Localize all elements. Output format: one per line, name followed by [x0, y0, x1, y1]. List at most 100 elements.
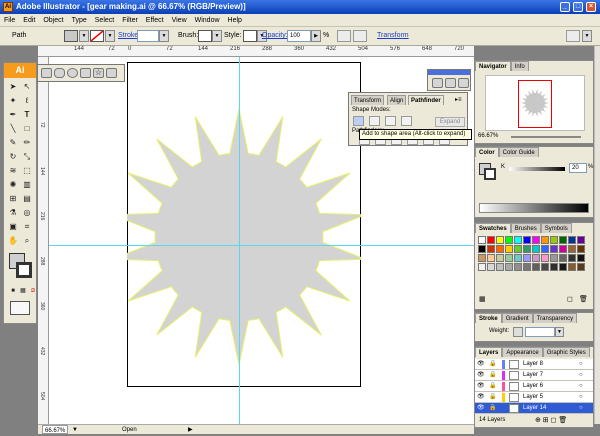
- layer-row[interactable]: 👁 🔒 Layer 7 ○: [475, 370, 593, 381]
- style-swatch[interactable]: [243, 30, 257, 42]
- screen-mode-icon[interactable]: [10, 301, 30, 315]
- layer-actions-icon[interactable]: ⊕ ⊞ ◻ 🗑: [535, 416, 567, 424]
- color-swatch[interactable]: [550, 263, 558, 271]
- fill-swatch[interactable]: [64, 30, 78, 42]
- none-mode-icon[interactable]: ⧄: [27, 285, 39, 297]
- color-swatch[interactable]: [559, 245, 567, 253]
- color-swatch[interactable]: [496, 263, 504, 271]
- recolor-icon[interactable]: [337, 30, 351, 42]
- color-swatch[interactable]: [541, 236, 549, 244]
- color-swatch[interactable]: [523, 245, 531, 253]
- tab-transparency[interactable]: Transparency: [532, 313, 578, 323]
- color-swatch[interactable]: [577, 236, 585, 244]
- slice-tool-icon[interactable]: ⌗: [21, 221, 33, 233]
- lock-icon[interactable]: 🔒: [489, 392, 496, 403]
- tab-gradient[interactable]: Gradient: [501, 313, 533, 323]
- transform-link[interactable]: Transform: [377, 32, 409, 39]
- color-swatch[interactable]: [487, 245, 495, 253]
- color-swatch[interactable]: [532, 254, 540, 262]
- color-swatch[interactable]: [568, 254, 576, 262]
- paintbrush-tool-icon[interactable]: ✎: [7, 137, 19, 149]
- color-swatch[interactable]: [532, 245, 540, 253]
- tab-transform[interactable]: Transform: [351, 95, 385, 105]
- lock-icon[interactable]: 🔒: [489, 381, 496, 392]
- target-icon[interactable]: ○: [579, 359, 583, 370]
- color-swatch[interactable]: [550, 236, 558, 244]
- color-spectrum[interactable]: [479, 203, 589, 213]
- color-swatch[interactable]: [523, 263, 531, 271]
- new-swatch-icon[interactable]: ◻: [567, 295, 573, 303]
- opacity-label[interactable]: Opacity:: [262, 32, 288, 39]
- color-swatch[interactable]: [559, 263, 567, 271]
- color-swatch[interactable]: [496, 254, 504, 262]
- tab-swatches[interactable]: Swatches: [475, 223, 511, 233]
- color-swatch[interactable]: [478, 254, 486, 262]
- eyedropper-tool-icon[interactable]: ⚗: [7, 207, 19, 219]
- navigator-zoom[interactable]: 66.67%: [478, 133, 498, 139]
- color-swatch[interactable]: [487, 254, 495, 262]
- tab-layers[interactable]: Layers: [475, 347, 503, 357]
- color-swatch[interactable]: [568, 245, 576, 253]
- close-icon[interactable]: ×: [586, 2, 596, 12]
- layer-row[interactable]: 👁 🔒 Layer 8 ○: [475, 359, 593, 370]
- target-icon[interactable]: ○: [579, 381, 583, 392]
- ellipse-icon[interactable]: [67, 68, 78, 78]
- color-swatch[interactable]: [514, 245, 522, 253]
- color-swatch[interactable]: [523, 254, 531, 262]
- intersect-shape-icon[interactable]: [385, 116, 396, 126]
- mesh-tool-icon[interactable]: ⊞: [7, 193, 19, 205]
- tab-brushes[interactable]: Brushes: [510, 223, 541, 233]
- color-swatch[interactable]: [568, 236, 576, 244]
- menu-file[interactable]: File: [0, 14, 19, 27]
- exclude-shape-icon[interactable]: [401, 116, 412, 126]
- color-swatch[interactable]: [505, 263, 513, 271]
- brush-dropdown-icon[interactable]: ▼: [212, 30, 222, 42]
- color-swatch[interactable]: [532, 263, 540, 271]
- symbol-sprayer-tool-icon[interactable]: ✺: [7, 179, 19, 191]
- gear-outline[interactable]: [127, 108, 361, 366]
- tab-color[interactable]: Color: [475, 147, 499, 157]
- hand-tool-icon[interactable]: ✋: [7, 235, 19, 247]
- pencil-tool-icon[interactable]: ✏: [21, 137, 33, 149]
- rectangle-tool-icon[interactable]: □: [21, 123, 33, 135]
- color-swatch[interactable]: [550, 254, 558, 262]
- rotate-tool-icon[interactable]: ↻: [7, 151, 19, 163]
- rectangle-shape-icon[interactable]: [41, 68, 52, 78]
- subtract-shape-icon[interactable]: [369, 116, 380, 126]
- color-swatch[interactable]: [514, 236, 522, 244]
- color-swatch[interactable]: [541, 254, 549, 262]
- direct-selection-tool-icon[interactable]: ↖: [21, 81, 33, 93]
- brush-swatch[interactable]: [198, 30, 212, 42]
- control-menu-icon[interactable]: ▼: [582, 30, 592, 42]
- selection-tool-icon[interactable]: ➤: [7, 81, 19, 93]
- blend-tool-icon[interactable]: ◎: [21, 207, 33, 219]
- menu-filter[interactable]: Filter: [118, 14, 142, 27]
- stroke-color-box[interactable]: [16, 262, 32, 278]
- lock-icon[interactable]: 🔒: [489, 359, 496, 370]
- tab-symbols[interactable]: Symbols: [540, 223, 572, 233]
- panel-toggle-icon[interactable]: [566, 30, 580, 42]
- opacity-input[interactable]: 100: [287, 30, 311, 42]
- color-swatch[interactable]: [505, 236, 513, 244]
- line-tool-icon[interactable]: ╲: [7, 123, 19, 135]
- color-swatch[interactable]: [568, 263, 576, 271]
- weight-stepper[interactable]: [513, 327, 523, 337]
- rounded-rectangle-icon[interactable]: [54, 68, 65, 78]
- color-swatch[interactable]: [577, 263, 585, 271]
- menu-window[interactable]: Window: [191, 14, 224, 27]
- color-swatch[interactable]: [505, 254, 513, 262]
- tab-color-guide[interactable]: Color Guide: [498, 147, 539, 157]
- layer-row[interactable]: 👁 🔒 Layer 6 ○: [475, 381, 593, 392]
- tab-info[interactable]: Info: [510, 61, 529, 71]
- weight-input[interactable]: [525, 327, 555, 337]
- visibility-icon[interactable]: 👁: [477, 403, 485, 414]
- color-swatch[interactable]: [505, 245, 513, 253]
- star-icon[interactable]: ☆: [93, 68, 104, 78]
- target-icon[interactable]: ○: [579, 403, 583, 414]
- maximize-icon[interactable]: □: [573, 2, 583, 12]
- free-transform-tool-icon[interactable]: ⬚: [21, 165, 33, 177]
- lasso-tool-icon[interactable]: ℓ: [21, 95, 33, 107]
- gradient-tool-icon[interactable]: ▤: [21, 193, 33, 205]
- graph-tool-icon[interactable]: ▥: [21, 179, 33, 191]
- color-swatch[interactable]: [478, 245, 486, 253]
